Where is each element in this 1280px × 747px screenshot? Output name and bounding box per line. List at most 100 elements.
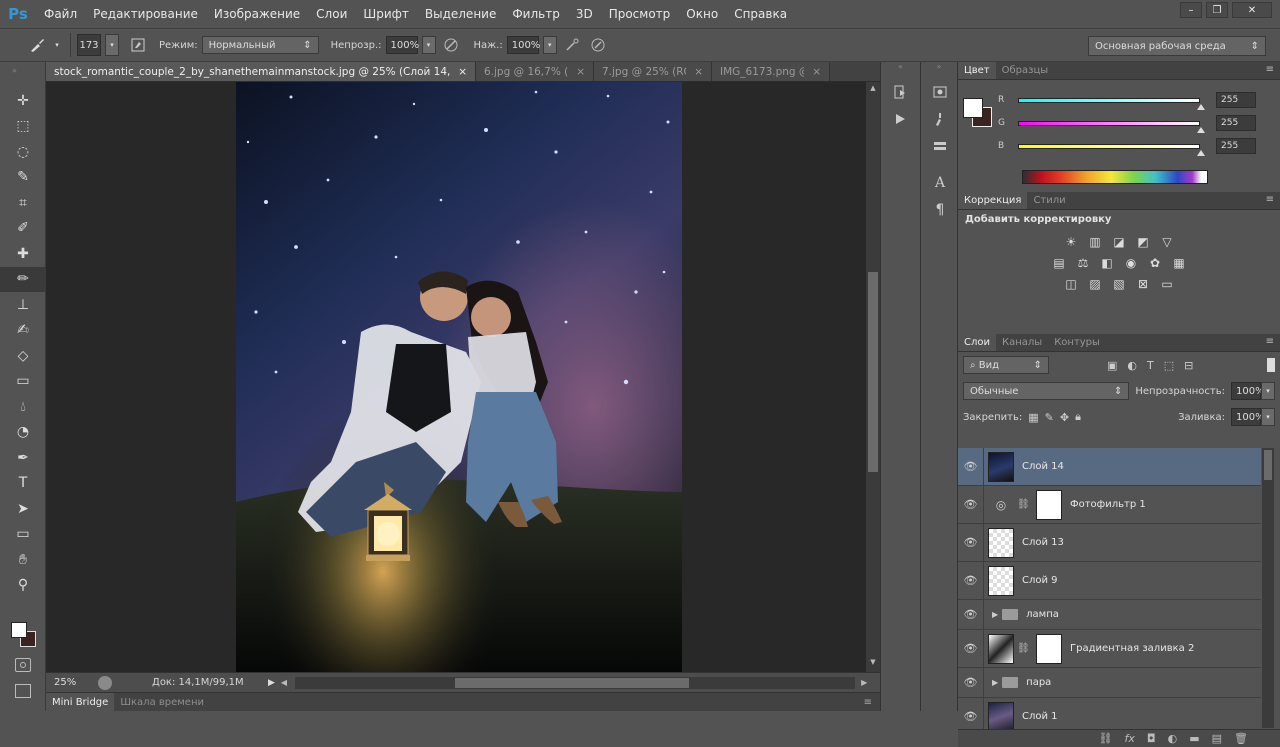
character-panel-icon[interactable]: A	[921, 169, 959, 196]
new-group-icon[interactable]: ▬	[1189, 732, 1199, 745]
rectangle-tool-icon[interactable]: ▭	[0, 522, 46, 548]
posterize-icon[interactable]: ▨	[1087, 276, 1103, 292]
hscroll-right-icon[interactable]: ▶	[861, 678, 867, 687]
curves-icon[interactable]: ◪	[1111, 234, 1127, 250]
slider-thumb[interactable]	[1197, 103, 1205, 110]
pressure-opacity-icon[interactable]	[440, 34, 462, 56]
channel-value-field[interactable]: 255	[1216, 92, 1256, 108]
brush-tool-icon[interactable]: ✏	[0, 266, 46, 292]
adjust-panel-menu-icon[interactable]: ≡	[1266, 194, 1274, 205]
layers-panel-menu-icon[interactable]: ≡	[1266, 336, 1274, 347]
flow-field[interactable]: 100%	[506, 36, 540, 54]
tab-color[interactable]: Цвет	[958, 62, 996, 79]
tab-paths[interactable]: Контуры	[1048, 334, 1106, 351]
fill-chevron-icon[interactable]: ▾	[1261, 408, 1275, 426]
layer-row[interactable]: 👁︎ Слой 9	[958, 562, 1261, 600]
quick-selection-tool-icon[interactable]: ✎	[0, 165, 46, 191]
screen-mode-icon[interactable]	[15, 684, 31, 698]
visibility-eye-icon[interactable]: 👁︎	[958, 562, 984, 599]
menu-item-3[interactable]: Слои	[308, 7, 355, 21]
tab-swatches[interactable]: Образцы	[996, 62, 1055, 79]
filter-shape-icon[interactable]: ⬚	[1164, 359, 1174, 372]
mode-select[interactable]: Нормальный ⇕	[201, 36, 319, 54]
menu-item-7[interactable]: 3D	[568, 7, 601, 21]
marquee-tool-icon[interactable]: ⬚	[0, 114, 46, 140]
levels-icon[interactable]: ▥	[1087, 234, 1103, 250]
hand-tool-icon[interactable]: ✋︎	[0, 547, 46, 573]
layer-row[interactable]: 👁︎ Слой 13	[958, 524, 1261, 562]
visibility-eye-icon[interactable]: 👁︎	[958, 486, 984, 523]
delete-layer-icon[interactable]: 🗑︎	[1234, 732, 1248, 745]
restore-button[interactable]: ❐	[1206, 2, 1228, 18]
menu-item-2[interactable]: Изображение	[206, 7, 308, 21]
blur-tool-icon[interactable]: 💧︎	[0, 394, 46, 420]
add-mask-icon[interactable]: ◘	[1147, 732, 1156, 745]
group-expand-icon[interactable]: ▶	[992, 678, 998, 687]
eyedropper-tool-icon[interactable]: ✐	[0, 216, 46, 242]
close-tab-icon[interactable]: ×	[694, 66, 703, 78]
menu-item-0[interactable]: Файл	[36, 7, 85, 21]
color-balance-icon[interactable]: ⚖	[1075, 255, 1091, 271]
slider-thumb[interactable]	[1197, 149, 1205, 156]
document-tab-3[interactable]: IMG_6173.png @... ×	[712, 62, 830, 81]
eraser-tool-icon[interactable]: ◇	[0, 343, 46, 369]
exposure-icon[interactable]: ◩	[1135, 234, 1151, 250]
channel-value-field[interactable]: 255	[1216, 115, 1256, 131]
opacity-chevron-icon[interactable]: ▾	[421, 36, 436, 54]
brush-presets-icon[interactable]	[921, 105, 959, 132]
layer-style-icon[interactable]: fx	[1125, 732, 1135, 745]
pressure-size-icon[interactable]	[587, 34, 609, 56]
fill-field[interactable]: 100%	[1231, 408, 1265, 426]
slider-thumb[interactable]	[1197, 126, 1205, 133]
channel-value-field[interactable]: 255	[1216, 138, 1256, 154]
zoom-tool-icon[interactable]: ⚲	[0, 573, 46, 599]
layer-opacity-chevron-icon[interactable]: ▾	[1261, 382, 1275, 400]
opacity-field[interactable]: 100%	[385, 36, 419, 54]
document-canvas[interactable]	[236, 82, 682, 672]
menu-item-6[interactable]: Фильтр	[504, 7, 567, 21]
group-expand-icon[interactable]: ▶	[992, 610, 998, 619]
tab-styles[interactable]: Стили	[1027, 192, 1071, 209]
dock-expand-icon[interactable]: «	[881, 62, 920, 78]
gradient-map-icon[interactable]: ▭	[1159, 276, 1175, 292]
move-tool-icon[interactable]: ✛	[0, 88, 46, 114]
menu-item-8[interactable]: Просмотр	[601, 7, 679, 21]
path-selection-tool-icon[interactable]: ➤	[0, 496, 46, 522]
menu-item-9[interactable]: Окно	[678, 7, 726, 21]
tool-preset-chevron-icon[interactable]: ▾	[50, 36, 64, 54]
document-tab-1[interactable]: 6.jpg @ 16,7% (R... ×	[476, 62, 594, 81]
layer-filter-select[interactable]: ⌕ Вид ⇕	[963, 356, 1049, 374]
layer-row[interactable]: 👁︎ ⛓ Градиентная заливка 2	[958, 630, 1261, 668]
channel-slider[interactable]	[1018, 120, 1205, 133]
toolbox-collapse-icon[interactable]: »	[0, 62, 45, 88]
visibility-eye-icon[interactable]: 👁︎	[958, 668, 984, 697]
tab-timeline[interactable]: Шкала времени	[114, 693, 210, 712]
visibility-eye-icon[interactable]: 👁︎	[958, 600, 984, 629]
filter-toggle-icon[interactable]	[1267, 358, 1275, 372]
spot-healing-tool-icon[interactable]: ✚	[0, 241, 46, 267]
menu-item-4[interactable]: Шрифт	[355, 7, 417, 21]
filter-smart-object-icon[interactable]: ⊟	[1184, 359, 1193, 372]
filter-pixel-icon[interactable]: ▣	[1107, 359, 1117, 372]
brush-size-field[interactable]: 173	[77, 34, 101, 56]
vibrance-icon[interactable]: ▽	[1159, 234, 1175, 250]
status-info-icon[interactable]	[98, 675, 112, 690]
filter-type-icon[interactable]: T	[1147, 359, 1154, 372]
color-panel-menu-icon[interactable]: ≡	[1266, 64, 1274, 75]
clone-source-icon[interactable]	[921, 132, 959, 159]
blend-mode-select[interactable]: Обычные ⇕	[963, 382, 1130, 400]
lock-position-icon[interactable]: ✥	[1060, 411, 1069, 424]
visibility-eye-icon[interactable]: 👁︎	[958, 524, 984, 561]
layers-scroll-thumb[interactable]	[1264, 450, 1272, 480]
clone-stamp-tool-icon[interactable]: ⊥	[0, 292, 46, 318]
color-lookup-icon[interactable]: ▦	[1171, 255, 1187, 271]
canvas-area[interactable]	[46, 82, 866, 672]
layer-row[interactable]: 👁︎ Слой 14	[958, 448, 1261, 486]
horizontal-scroll-thumb[interactable]	[455, 677, 690, 688]
panel-menu-icon[interactable]: ≡	[864, 697, 872, 708]
lock-image-icon[interactable]: ✎	[1045, 411, 1054, 424]
lasso-tool-icon[interactable]: ◌	[0, 139, 46, 165]
airbrush-icon[interactable]	[561, 34, 583, 56]
pen-tool-icon[interactable]: ✒	[0, 445, 46, 471]
quick-mask-icon[interactable]	[15, 658, 31, 672]
